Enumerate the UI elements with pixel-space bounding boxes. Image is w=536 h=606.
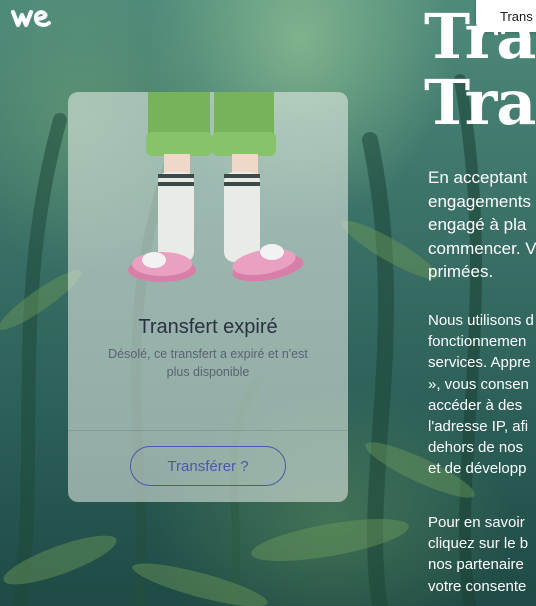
intro-paragraph: En acceptant engagements engagé à pla co… — [428, 166, 536, 284]
paragraph-line: et de développ — [428, 460, 527, 478]
transfer-button[interactable]: Transférer ? — [130, 446, 286, 486]
paragraph-line: cliquez sur le b — [428, 535, 529, 553]
paragraph-line: engagements — [428, 191, 532, 211]
paragraph-line: primées. — [428, 262, 494, 281]
paragraph-line: », vous consen — [428, 375, 529, 393]
hero-title-line2: Tra — [424, 66, 536, 139]
hero-title-line1: Tra — [424, 0, 536, 73]
paragraph-line: commencer. V — [428, 238, 536, 258]
paragraph-line: votre consente — [428, 577, 527, 595]
paragraph-line: l'adresse IP, afi — [428, 418, 529, 436]
wetransfer-logo-icon[interactable] — [10, 6, 54, 30]
paragraph-line: accéder à des — [428, 396, 523, 414]
paragraph-line: Pour en savoir — [428, 514, 525, 531]
card-divider — [68, 430, 348, 431]
paragraph-line: Nous utilisons d — [428, 312, 534, 329]
expired-transfer-card: Transfert expiré Désolé, ce transfert a … — [68, 92, 348, 502]
hero-title: Tra Tra — [424, 4, 536, 136]
cookie-paragraph: Nous utilisons d fonctionnemen services.… — [428, 310, 536, 480]
card-subtitle: Désolé, ce transfert a expiré et n'est p… — [108, 347, 308, 379]
card-title: Transfert expiré — [138, 316, 278, 338]
paragraph-line: En acceptant — [428, 168, 528, 187]
paragraph-line: fonctionnemen — [428, 333, 527, 351]
paragraph-line: engagé à pla — [428, 215, 527, 234]
paragraph-line: dehors de nos — [428, 439, 524, 457]
paragraph-line: nos partenaire — [428, 556, 524, 574]
legs-sandals-illustration — [68, 92, 348, 292]
more-info-paragraph: Pour en savoir cliquez sur le b nos part… — [428, 512, 536, 597]
paragraph-line: services. Appre — [428, 354, 531, 372]
